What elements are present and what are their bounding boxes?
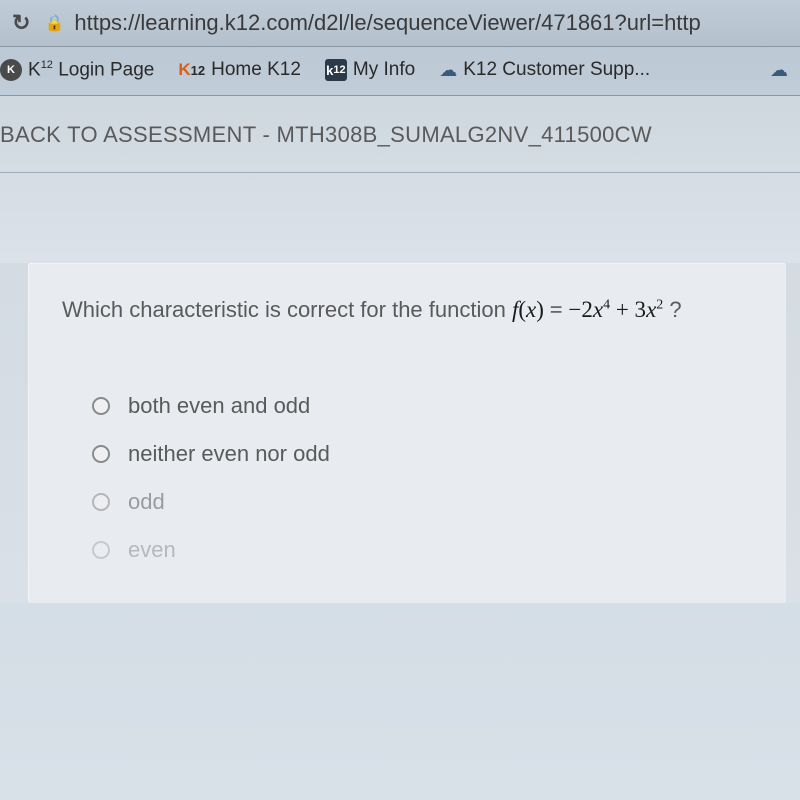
address-bar: ↻ 🔒 https://learning.k12.com/d2l/le/sequ… xyxy=(0,0,800,47)
prompt-prefix: Which characteristic is correct for the … xyxy=(62,297,512,322)
spacer xyxy=(0,173,800,263)
answer-options: both even and odd neither even nor odd o… xyxy=(92,393,762,563)
k12-dark-icon: k12 xyxy=(325,59,347,81)
option-label: both even and odd xyxy=(128,393,310,419)
k12-orange-icon: K12 xyxy=(178,60,205,80)
bookmark-label: My Info xyxy=(353,59,415,81)
radio-icon[interactable] xyxy=(92,493,110,511)
option-label: neither even nor odd xyxy=(128,441,330,467)
question-prompt: Which characteristic is correct for the … xyxy=(62,297,762,323)
option-both-even-odd[interactable]: both even and odd xyxy=(92,393,762,419)
radio-icon[interactable] xyxy=(92,445,110,463)
bookmark-home-k12[interactable]: K12 Home K12 xyxy=(178,59,301,81)
bookmark-customer-support[interactable]: ☁ K12 Customer Supp... xyxy=(439,59,650,81)
cloud-icon-extra: ☁ xyxy=(770,60,788,81)
lock-icon: 🔒 xyxy=(44,13,64,33)
question-card: Which characteristic is correct for the … xyxy=(28,263,786,603)
k12-round-icon: K xyxy=(0,59,22,81)
prompt-suffix: ? xyxy=(663,297,681,322)
option-label: even xyxy=(128,537,176,563)
back-to-assessment-link[interactable]: BACK TO ASSESSMENT - MTH308B_SUMALG2NV_4… xyxy=(0,96,800,173)
math-expression: f(x) = −2x4 + 3x2 xyxy=(512,297,663,322)
content-area: BACK TO ASSESSMENT - MTH308B_SUMALG2NV_4… xyxy=(0,96,800,603)
cloud-icon: ☁ xyxy=(439,60,457,81)
option-neither[interactable]: neither even nor odd xyxy=(92,441,762,467)
bookmarks-bar: K K12 K¹² Login PageLogin Page K12 Home … xyxy=(0,47,800,96)
bookmark-my-info[interactable]: k12 My Info xyxy=(325,59,415,81)
bookmark-label: K12 Customer Supp... xyxy=(463,59,650,81)
bookmark-k12-login[interactable]: K K12 K¹² Login PageLogin Page xyxy=(0,59,154,81)
bookmark-label: K12 K¹² Login PageLogin Page xyxy=(28,59,154,81)
url-field[interactable]: https://learning.k12.com/d2l/le/sequence… xyxy=(74,10,700,36)
option-label: odd xyxy=(128,489,165,515)
bookmark-label: Home K12 xyxy=(211,59,301,81)
refresh-icon[interactable]: ↻ xyxy=(12,10,30,36)
option-odd[interactable]: odd xyxy=(92,489,762,515)
radio-icon[interactable] xyxy=(92,397,110,415)
option-even[interactable]: even xyxy=(92,537,762,563)
radio-icon[interactable] xyxy=(92,541,110,559)
